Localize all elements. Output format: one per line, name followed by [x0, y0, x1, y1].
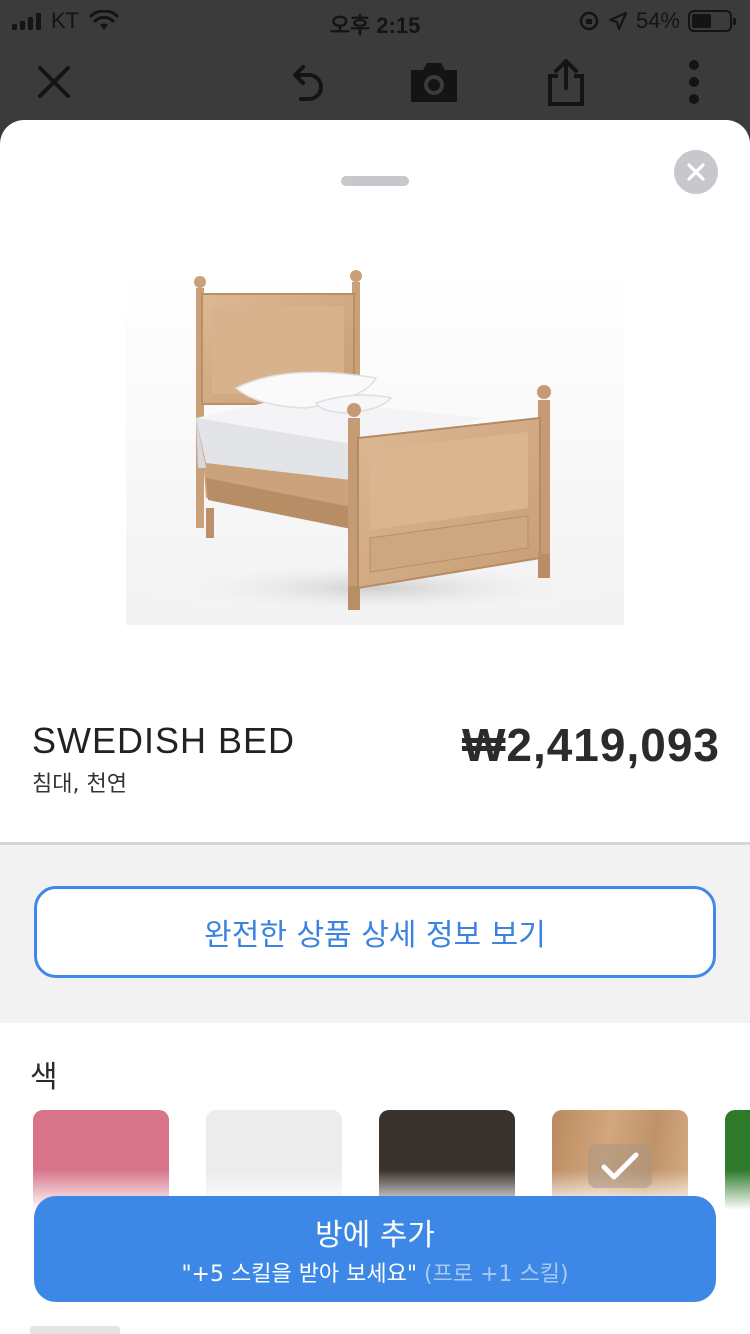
more-vertical-icon [689, 60, 699, 104]
color-swatch-natural-wood[interactable] [552, 1110, 688, 1210]
add-to-room-promo: "+5 스킬을 받아 보세요" (프로 +1 스킬) [34, 1256, 716, 1288]
status-bar: KT 오후 2:15 54% [0, 0, 750, 40]
next-section-peek [30, 1326, 120, 1334]
color-swatch-pink[interactable] [33, 1110, 169, 1210]
product-info: SWEDISH BED 침대, 천연 ₩2,419,093 [0, 680, 750, 845]
status-right: 54% [578, 8, 736, 34]
camera-icon [411, 63, 457, 102]
share-icon [548, 59, 584, 106]
sheet-close-button[interactable] [674, 150, 718, 194]
color-swatch-list [0, 1110, 750, 1210]
battery-percent: 54% [635, 8, 680, 33]
orientation-lock-icon [579, 11, 599, 31]
promo-text: "+5 스킬을 받아 보세요" [181, 1262, 418, 1287]
undo-button[interactable] [280, 54, 336, 110]
close-icon [687, 163, 705, 181]
view-details-button[interactable]: 완전한 상품 상세 정보 보기 [34, 886, 716, 978]
battery-icon [688, 10, 736, 32]
add-to-room-label: 방에 추가 [315, 1218, 435, 1253]
more-button[interactable] [666, 54, 722, 110]
product-price: ₩2,419,093 [461, 719, 720, 771]
color-swatch-white[interactable] [206, 1110, 342, 1210]
color-swatch-green[interactable] [725, 1110, 750, 1210]
product-category: 침대, 천연 [32, 772, 127, 797]
color-swatch-dark-brown[interactable] [379, 1110, 515, 1210]
add-to-room-button[interactable]: 방에 추가 "+5 스킬을 받아 보세요" (프로 +1 스킬) [34, 1196, 716, 1302]
ar-toolbar [0, 40, 750, 130]
product-name: SWEDISH BED [32, 720, 296, 761]
color-heading: 색 [30, 1060, 58, 1095]
promo-note: (프로 +1 스킬) [424, 1262, 569, 1287]
sheet-grabber[interactable] [341, 176, 409, 186]
undo-icon [293, 65, 323, 101]
location-icon [608, 11, 628, 31]
close-button[interactable] [26, 54, 82, 110]
close-icon [38, 66, 70, 98]
share-button[interactable] [538, 54, 594, 110]
product-image [126, 268, 624, 625]
checkmark-icon [588, 1144, 652, 1188]
product-sheet: SWEDISH BED 침대, 천연 ₩2,419,093 완전한 상품 상세 … [0, 120, 750, 1334]
camera-button[interactable] [406, 54, 462, 110]
